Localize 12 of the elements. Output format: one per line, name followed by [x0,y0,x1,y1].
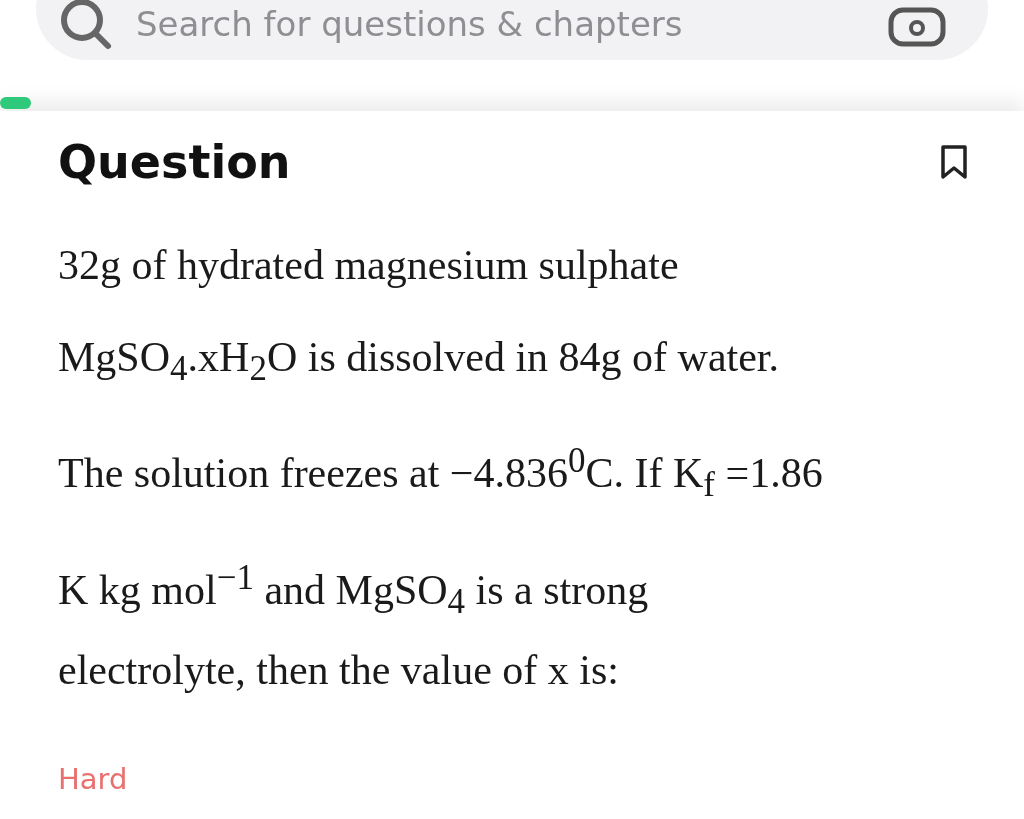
question-heading: Question [58,135,291,189]
camera-icon [888,7,946,47]
question-text: The solution freezes at −4.836$^{0}$C. If K$_{f}$ =1.86 [58,440,824,507]
bookmark-button[interactable] [940,144,968,180]
question-text: electrolyte, then the value of x is: [58,646,620,696]
bookmark-icon [940,144,968,180]
search-bar[interactable]: Search for questions & chapters [36,0,988,60]
difficulty-label: Hard [58,762,129,797]
question-text: K kg mol$^{−1}$ and MgSO$_{4}$ is a strong [58,556,650,624]
camera-button[interactable] [888,7,946,47]
question-text: MgSO$_{4}$.xH$_{2}$O is dissolved in 84g of water. [58,333,780,391]
question-text: 32g of hydrated magnesium sulphate [58,241,680,290]
